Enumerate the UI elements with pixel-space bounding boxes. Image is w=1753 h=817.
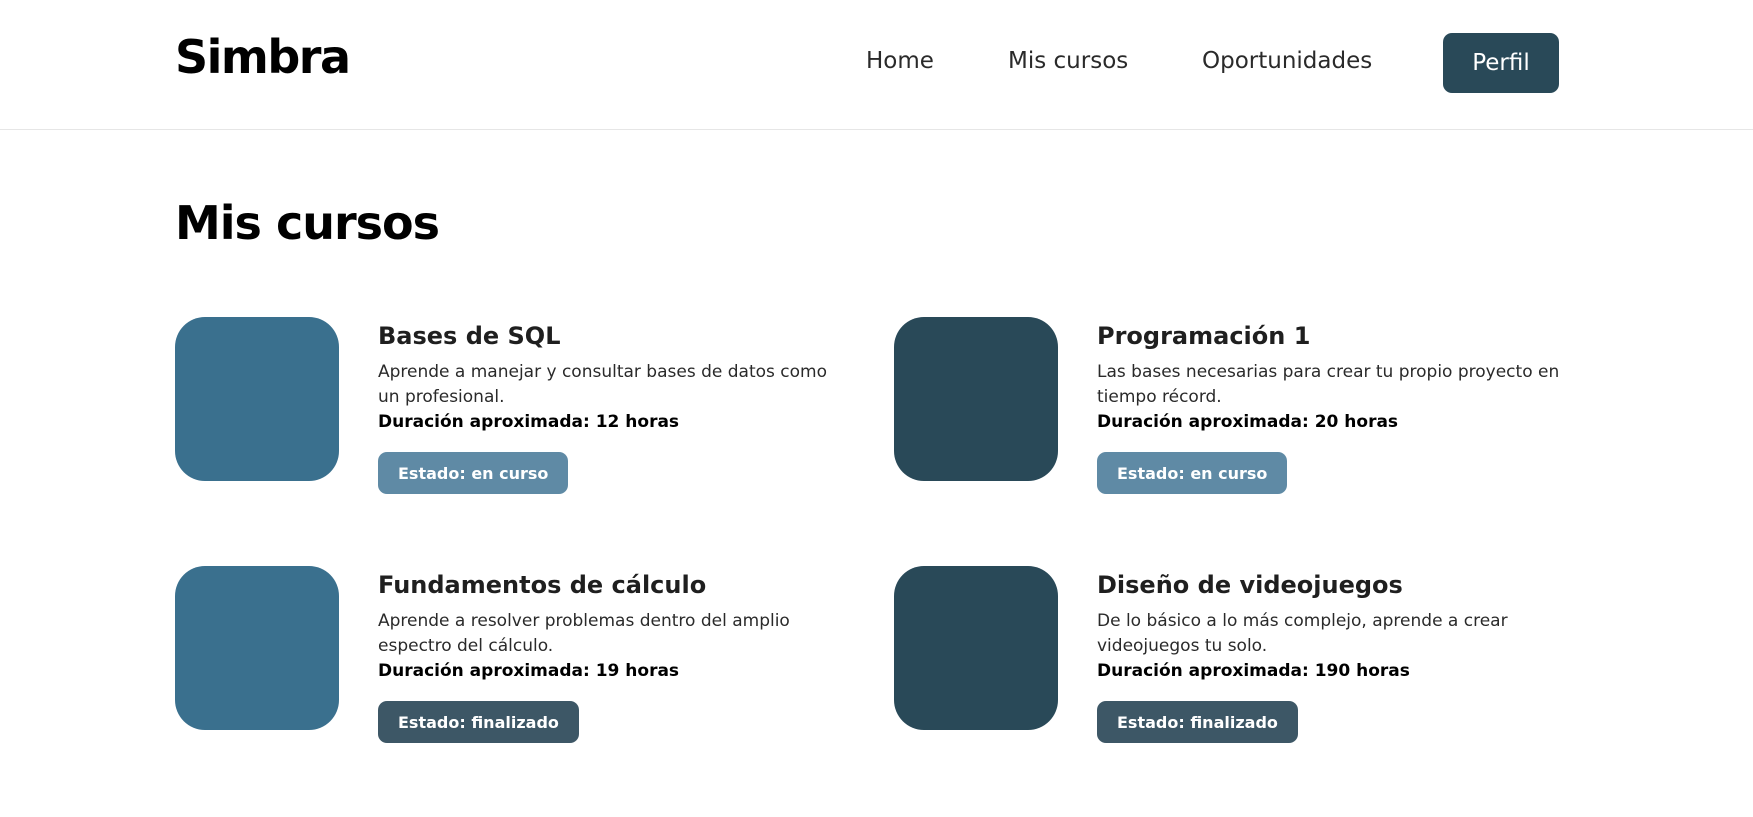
course-card-programacion[interactable]: Programación 1 Las bases necesarias para…: [894, 317, 1584, 507]
course-description: Aprende a resolver problemas dentro del …: [378, 611, 790, 656]
course-duration: Duración aproximada: 19 horas: [378, 661, 680, 681]
course-card-videojuegos[interactable]: Diseño de videojuegos De lo básico a lo …: [894, 566, 1584, 756]
course-duration: Duración aproximada: 20 horas: [1097, 412, 1399, 432]
course-title[interactable]: Diseño de videojuegos: [1097, 571, 1403, 600]
course-description: Las bases necesarias para crear tu propi…: [1097, 362, 1560, 407]
nav-mis-cursos-link[interactable]: Mis cursos: [1008, 50, 1128, 73]
status-badge: Estado: finalizado: [378, 701, 579, 743]
course-thumbnail[interactable]: [894, 566, 1058, 730]
course-thumbnail[interactable]: [175, 317, 339, 481]
status-badge: Estado: finalizado: [1097, 701, 1298, 743]
course-duration: Duración aproximada: 12 horas: [378, 412, 680, 432]
course-thumbnail[interactable]: [175, 566, 339, 730]
course-title[interactable]: Programación 1: [1097, 322, 1310, 351]
course-thumbnail[interactable]: [894, 317, 1058, 481]
course-description: De lo básico a lo más complejo, aprende …: [1097, 611, 1508, 656]
course-card-calculo[interactable]: Fundamentos de cálculo Aprende a resolve…: [175, 566, 865, 756]
nav-oportunidades-link[interactable]: Oportunidades: [1202, 50, 1372, 73]
nav-home-link[interactable]: Home: [866, 50, 934, 73]
course-duration: Duración aproximada: 190 horas: [1097, 661, 1410, 681]
navbar: Simbra Home Mis cursos Oportunidades Per…: [0, 0, 1753, 130]
page-title: Mis cursos: [175, 196, 440, 250]
status-badge: Estado: en curso: [1097, 452, 1288, 494]
course-title[interactable]: Bases de SQL: [378, 322, 560, 351]
status-badge: Estado: en curso: [378, 452, 569, 494]
course-description: Aprende a manejar y consultar bases de d…: [378, 362, 827, 407]
profile-button[interactable]: Perfil: [1443, 33, 1559, 93]
course-card-sql[interactable]: Bases de SQL Aprende a manejar y consult…: [175, 317, 865, 507]
course-title[interactable]: Fundamentos de cálculo: [378, 571, 706, 600]
brand-logo[interactable]: Simbra: [175, 34, 351, 80]
